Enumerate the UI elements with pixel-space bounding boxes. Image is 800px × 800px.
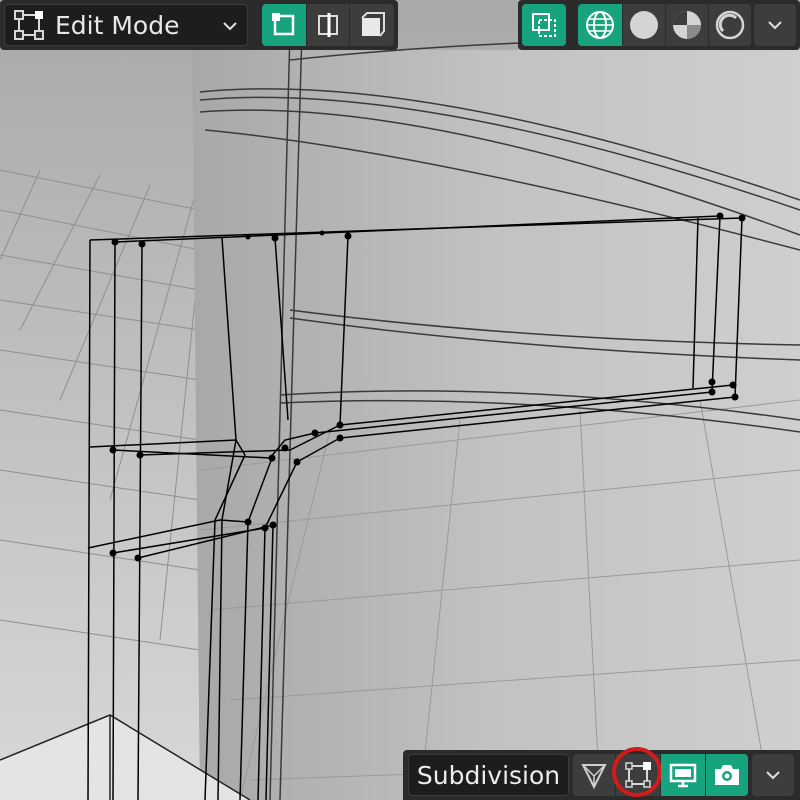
modifier-name-field[interactable]: Subdivision [408,754,569,796]
modifier-header: Subdivision [403,747,800,800]
vertex-select-icon [269,10,299,40]
shading-options-dropdown[interactable] [754,4,796,46]
xray-toggle-icon [529,10,559,40]
vertex-select-button[interactable] [262,4,306,46]
edit-mode-icon [13,9,45,41]
render-icon [712,760,742,790]
chevron-down-icon [221,17,239,35]
viewport-display-icon [668,760,698,790]
edge-select-button[interactable] [307,4,349,46]
render-button[interactable] [706,754,748,796]
chevron-down-icon [764,766,782,784]
material-preview-button[interactable] [666,4,708,46]
solid-shading-button[interactable] [623,4,665,46]
face-select-icon [357,10,387,40]
wireframe-shading-icon [584,9,616,41]
mode-dropdown[interactable]: Edit Mode [4,4,248,46]
chevron-down-icon [766,16,784,34]
modifier-dropdown[interactable] [752,754,794,796]
modifier-name: Subdivision [416,760,561,790]
viewport-scene [0,0,800,800]
edge-select-icon [313,10,343,40]
rendered-shading-icon [714,9,746,41]
wireframe-shading-button[interactable] [578,4,622,46]
mode-label: Edit Mode [55,10,180,40]
solid-shading-icon [628,9,660,41]
viewport-header-right [518,0,800,50]
on-cage-button[interactable] [573,754,615,796]
viewport-header-left: Edit Mode [0,0,398,50]
on-cage-icon [579,760,609,790]
face-select-button[interactable] [350,4,394,46]
rendered-shading-button[interactable] [709,4,751,46]
material-preview-icon [671,9,703,41]
3d-viewport[interactable] [0,0,800,800]
xray-toggle-button[interactable] [522,4,566,46]
viewport-display-button[interactable] [661,754,705,796]
highlight-ring [612,747,662,797]
